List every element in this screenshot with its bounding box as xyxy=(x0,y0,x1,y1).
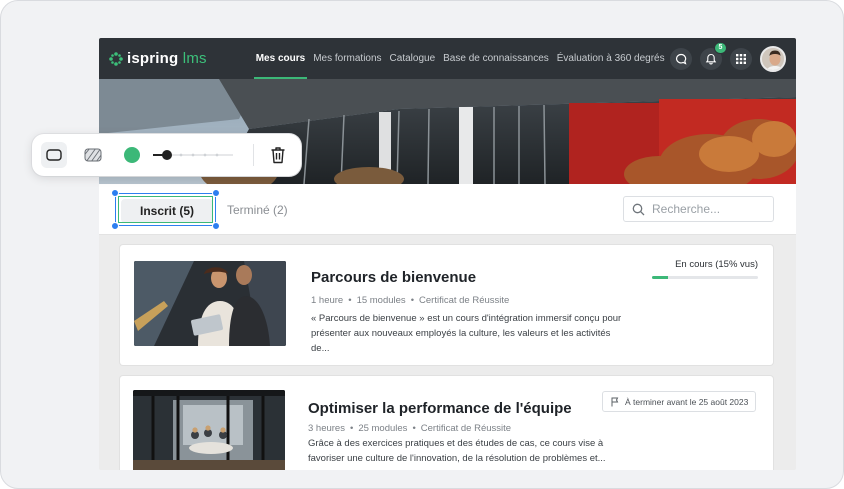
nav-item-mes-cours[interactable]: Mes cours xyxy=(252,38,309,79)
course-duration: 1 heure xyxy=(311,295,344,306)
flag-icon xyxy=(611,397,619,406)
course-thumbnail xyxy=(134,261,286,346)
course-meta: 3 heures • 25 modules • Certificat de Réussi… xyxy=(308,423,512,434)
deadline-text: À terminer avant le 25 août 2023 xyxy=(625,396,749,407)
course-thumbnail-photo xyxy=(134,261,286,346)
notification-count-badge: 5 xyxy=(714,41,727,54)
resize-handle-top-right[interactable] xyxy=(212,189,220,197)
nav-item-base-de-connaissances[interactable]: Base de connaissances xyxy=(439,38,553,79)
course-description: « Parcours de bienvenue » est un cours d… xyxy=(311,313,622,354)
apps-button[interactable] xyxy=(730,47,752,70)
user-avatar-photo xyxy=(762,47,784,70)
course-thumbnail-photo xyxy=(133,390,285,470)
selection-box[interactable] xyxy=(111,189,220,230)
course-title[interactable]: Parcours de bienvenue xyxy=(311,269,476,286)
course-progress-bar xyxy=(652,276,758,279)
resize-handle-bottom-right[interactable] xyxy=(212,222,220,230)
course-description: Grâce à des exercices pratiques et des é… xyxy=(308,438,606,464)
ispring-logo-icon xyxy=(109,51,123,66)
bell-icon xyxy=(705,53,717,64)
course-status-text: En cours (15% vus) xyxy=(675,259,758,270)
chat-button[interactable] xyxy=(670,47,692,70)
nav-actions: 5 xyxy=(670,38,786,79)
delete-button[interactable] xyxy=(267,144,289,166)
resize-handle-bottom-left[interactable] xyxy=(111,222,119,230)
toolbar-divider xyxy=(253,144,254,166)
course-modules: 15 modules xyxy=(356,295,406,306)
course-certificate: Certificat de Réussite xyxy=(419,295,510,306)
slider-thumb[interactable] xyxy=(162,150,172,160)
course-certificate: Certificat de Réussite xyxy=(420,423,512,434)
stroke-width-slider[interactable] xyxy=(153,149,235,161)
course-modules: 25 modules xyxy=(358,423,408,434)
screenshot-frame: ispring lms Mes cours Mes formations Cat… xyxy=(0,0,844,489)
course-title[interactable]: Optimiser la performance de l'équipe xyxy=(308,400,572,417)
course-meta: 1 heure • 15 modules • Certificat de Réussit… xyxy=(311,295,510,306)
tab-termine[interactable]: Terminé (2) xyxy=(227,203,288,217)
course-progress-fill xyxy=(652,276,668,279)
lms-app-window: ispring lms Mes cours Mes formations Cat… xyxy=(99,38,796,470)
course-card[interactable]: Optimiser la performance de l'équipe 3 h… xyxy=(120,376,773,470)
color-swatch-button[interactable] xyxy=(124,147,140,163)
rectangle-tool-button[interactable] xyxy=(41,142,67,168)
selection-rectangle-shape xyxy=(118,196,213,223)
rectangle-icon xyxy=(46,149,62,161)
chat-bubble-icon xyxy=(675,53,687,65)
annotation-toolbar xyxy=(32,134,301,176)
deadline-badge: À terminer avant le 25 août 2023 xyxy=(602,391,757,412)
search-icon xyxy=(632,203,645,215)
resize-handle-top-left[interactable] xyxy=(111,189,119,197)
ispring-logo[interactable]: ispring lms xyxy=(109,38,207,79)
course-status: En cours (15% vus) xyxy=(652,259,758,279)
user-avatar[interactable] xyxy=(760,45,786,72)
apps-grid-icon xyxy=(736,53,746,64)
course-duration: 3 heures xyxy=(308,423,345,434)
brand-suffix: lms xyxy=(182,50,207,67)
notifications-button[interactable]: 5 xyxy=(700,41,727,70)
hatch-pattern-icon xyxy=(84,148,102,162)
course-card[interactable]: Parcours de bienvenue 1 heure • 15 modules… xyxy=(120,245,773,365)
brand-name: ispring xyxy=(127,50,179,67)
top-navigation-bar: ispring lms Mes cours Mes formations Cat… xyxy=(99,38,796,79)
search-input[interactable]: Recherche... xyxy=(623,196,774,222)
nav-item-mes-formations[interactable]: Mes formations xyxy=(309,38,385,79)
nav-item-evaluation-360[interactable]: Évaluation à 360 degrés xyxy=(553,38,669,79)
main-nav: Mes cours Mes formations Catalogue Base … xyxy=(252,38,700,79)
course-thumbnail xyxy=(133,390,285,470)
fill-pattern-button[interactable] xyxy=(82,144,104,166)
search-placeholder: Recherche... xyxy=(652,202,721,216)
trash-icon xyxy=(271,147,285,164)
nav-item-catalogue[interactable]: Catalogue xyxy=(386,38,440,79)
